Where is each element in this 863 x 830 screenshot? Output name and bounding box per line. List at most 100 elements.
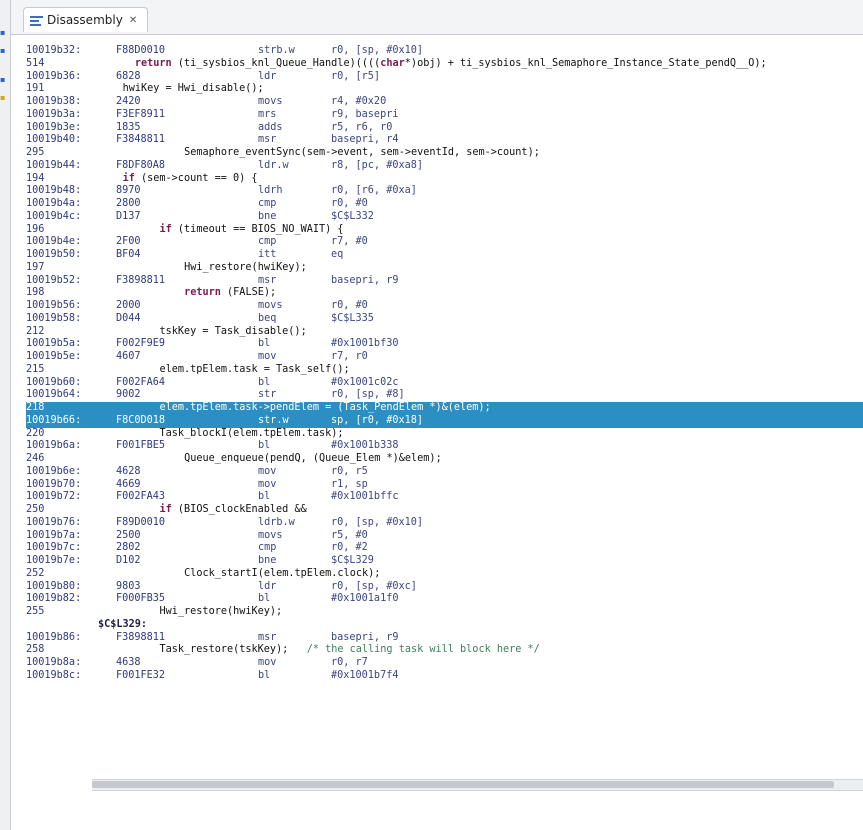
asm-line[interactable]: 10019b48: 8970 ldrh r0, [r6, #0xa]: [26, 185, 863, 198]
asm-line[interactable]: 10019b4e: 2F00 cmp r7, #0: [26, 236, 863, 249]
opcode: 2F00: [116, 236, 141, 248]
operands: r4, #0x20: [331, 96, 387, 107]
horizontal-scrollbar[interactable]: [92, 779, 863, 791]
code-text: elem.tpElem.task->pendElem = (Task_PendE…: [159, 402, 491, 413]
asm-line[interactable]: 10019b60: F002FA64 bl #0x1001c02c: [26, 377, 863, 390]
asm-line[interactable]: 10019b72: F002FA43 bl #0x1001bffc: [26, 491, 863, 504]
source-line[interactable]: 212 tskKey = Task_disable();: [26, 326, 863, 339]
source-line[interactable]: 194 if (sem->count == 0) {: [26, 173, 863, 186]
asm-line[interactable]: 10019b38: 2420 movs r4, #0x20: [26, 96, 863, 109]
opcode: D044: [116, 312, 141, 324]
source-line[interactable]: 191 hwiKey = Hwi_disable();: [26, 83, 863, 96]
source-line[interactable]: 514 return (ti_sysbios_knl_Queue_Handle)(…: [26, 58, 863, 71]
asm-line[interactable]: 10019b50: BF04 itt eq: [26, 249, 863, 262]
source-line[interactable]: 196 if (timeout == BIOS_NO_WAIT) {: [26, 224, 863, 237]
operands: r0, [r5]: [331, 70, 381, 82]
source-line[interactable]: 258 Task_restore(tskKey); /* the calling …: [26, 644, 863, 657]
mnemonic: movs: [258, 96, 283, 107]
address: 10019b80:: [26, 580, 82, 592]
operands: r0, #0: [331, 300, 368, 311]
code-text: (timeout == BIOS_NO_WAIT) {: [171, 223, 344, 235]
asm-line[interactable]: 10019b3e: 1835 adds r5, r6, r0: [26, 122, 863, 135]
asm-line[interactable]: 10019b6e: 4628 mov r0, r5: [26, 466, 863, 479]
asm-line[interactable]: 10019b58: D044 beq $C$L335: [26, 313, 863, 326]
code-text: Semaphore_eventSync(sem->event, sem->eve…: [184, 147, 540, 158]
asm-line[interactable]: 10019b76: F89D0010 ldrb.w r0, [sp, #0x10]: [26, 517, 863, 530]
asm-line[interactable]: 10019b5a: F002F9E9 bl #0x1001bf30: [26, 338, 863, 351]
line-number: 197: [26, 261, 45, 273]
asm-line[interactable]: 10019b3a: F3EF8911 mrs r9, basepri: [26, 109, 863, 122]
source-code: if (sem->count == 0) {: [123, 173, 258, 186]
asm-line[interactable]: 10019b40: F3848811 msr basepri, r4: [26, 134, 863, 147]
asm-line[interactable]: 10019b52: F3898811 msr basepri, r9: [26, 275, 863, 288]
address: 10019b76:: [26, 516, 82, 528]
close-icon[interactable]: ✕: [129, 15, 137, 26]
operands: basepri, r9: [331, 631, 399, 643]
line-number: 246: [26, 453, 45, 464]
asm-line[interactable]: 10019b4c: D137 bne $C$L332: [26, 211, 863, 224]
asm-line[interactable]: 10019b36: 6828 ldr r0, [r5]: [26, 71, 863, 84]
toolbar-icon[interactable]: ▪: [0, 75, 8, 84]
toolbar-icon[interactable]: ▪: [0, 28, 8, 37]
source-line[interactable]: 250 if (BIOS_clockEnabled &&: [26, 504, 863, 517]
line-number: 191: [26, 83, 45, 95]
source-line[interactable]: 218 elem.tpElem.task->pendElem = (Task_Pe…: [26, 402, 863, 415]
scrollbar-thumb[interactable]: [92, 781, 834, 788]
source-code: return (ti_sysbios_knl_Queue_Handle)((((…: [135, 58, 767, 71]
asm-line[interactable]: 10019b4a: 2800 cmp r0, #0: [26, 198, 863, 211]
line-number: 258: [26, 644, 45, 656]
source-code: Queue_enqueue(pendQ, (Queue_Elem *)&elem…: [184, 453, 442, 466]
asm-line[interactable]: 10019b82: F000FB35 bl #0x1001a1f0: [26, 593, 863, 606]
asm-line[interactable]: 10019b6a: F001FBE5 bl #0x1001b338: [26, 440, 863, 453]
line-number: 255: [26, 606, 45, 617]
mnemonic: mov: [258, 657, 277, 668]
address: 10019b7a:: [26, 529, 82, 541]
source-line[interactable]: 246 Queue_enqueue(pendQ, (Queue_Elem *)&e…: [26, 453, 863, 466]
asm-line[interactable]: 10019b7a: 2500 movs r5, #0: [26, 530, 863, 543]
address: 10019b70:: [26, 478, 82, 490]
asm-line[interactable]: 10019b8c: F001FE32 bl #0x1001b7f4: [26, 670, 863, 683]
tab-disassembly[interactable]: Disassembly ✕: [23, 7, 149, 32]
source-line[interactable]: 252 Clock_startI(elem.tpElem.clock);: [26, 568, 863, 581]
asm-line[interactable]: 10019b64: 9002 str r0, [sp, #8]: [26, 389, 863, 402]
source-line[interactable]: 197 Hwi_restore(hwiKey);: [26, 262, 863, 275]
code-text: (BIOS_clockEnabled &&: [171, 504, 307, 515]
address: 10019b4a:: [26, 198, 82, 209]
asm-line[interactable]: 10019b7e: D102 bne $C$L329: [26, 555, 863, 568]
mnemonic: itt: [258, 249, 277, 260]
operands: $C$L329: [331, 555, 374, 566]
asm-line[interactable]: 10019b32: F88D0010 strb.w r0, [sp, #0x10]: [26, 45, 863, 58]
source-code: return (FALSE);: [184, 287, 276, 300]
source-code: tskKey = Task_disable();: [160, 326, 307, 339]
mnemonic: ldr.w: [258, 159, 289, 171]
source-line[interactable]: 198 return (FALSE);: [26, 287, 863, 300]
asm-line[interactable]: 10019b7c: 2802 cmp r0, #2: [26, 542, 863, 555]
address: 10019b72:: [26, 491, 82, 503]
source-line[interactable]: 215 elem.tpElem.task = Task_self();: [26, 364, 863, 377]
asm-line[interactable]: 10019b70: 4669 mov r1, sp: [26, 479, 863, 492]
source-line[interactable]: 295 Semaphore_eventSync(sem->event, sem->…: [26, 147, 863, 160]
asm-line[interactable]: 10019b5e: 4607 mov r7, r0: [26, 351, 863, 364]
operands: #0x1001bf30: [331, 338, 399, 350]
asm-line[interactable]: 10019b86: F3898811 msr basepri, r9: [26, 632, 863, 645]
code-text: hwiKey = Hwi_disable();: [122, 83, 264, 95]
asm-line[interactable]: 10019b56: 2000 movs r0, #0: [26, 300, 863, 313]
source-line[interactable]: 220 Task_blockI(elem.tpElem.task);: [26, 428, 863, 441]
opcode: D102: [116, 555, 141, 566]
asm-line[interactable]: 10019b44: F8DF80A8 ldr.w r8, [pc, #0xa8]: [26, 160, 863, 173]
mnemonic: str: [258, 389, 277, 401]
asm-line[interactable]: 10019b80: 9803 ldr r0, [sp, #0xc]: [26, 581, 863, 594]
label-line[interactable]: $C$L329:: [26, 619, 863, 632]
operands: r0, [r6, #0xa]: [331, 185, 417, 197]
asm-line[interactable]: 10019b8a: 4638 mov r0, r7: [26, 657, 863, 670]
source-code: Task_blockI(elem.tpElem.task);: [160, 428, 344, 441]
toolbar-icon[interactable]: ▪: [0, 46, 8, 55]
address: 10019b8c:: [26, 669, 82, 681]
mnemonic: bl: [258, 491, 271, 503]
toolbar-icon[interactable]: ▪: [0, 93, 8, 102]
opcode: 2420: [116, 96, 141, 107]
source-line[interactable]: 255 Hwi_restore(hwiKey);: [26, 606, 863, 619]
asm-line[interactable]: 10019b66: F8C0D018 str.w sp, [r0, #0x18]: [26, 414, 863, 428]
opcode: 8970: [116, 185, 141, 197]
address: 10019b3a:: [26, 108, 82, 120]
